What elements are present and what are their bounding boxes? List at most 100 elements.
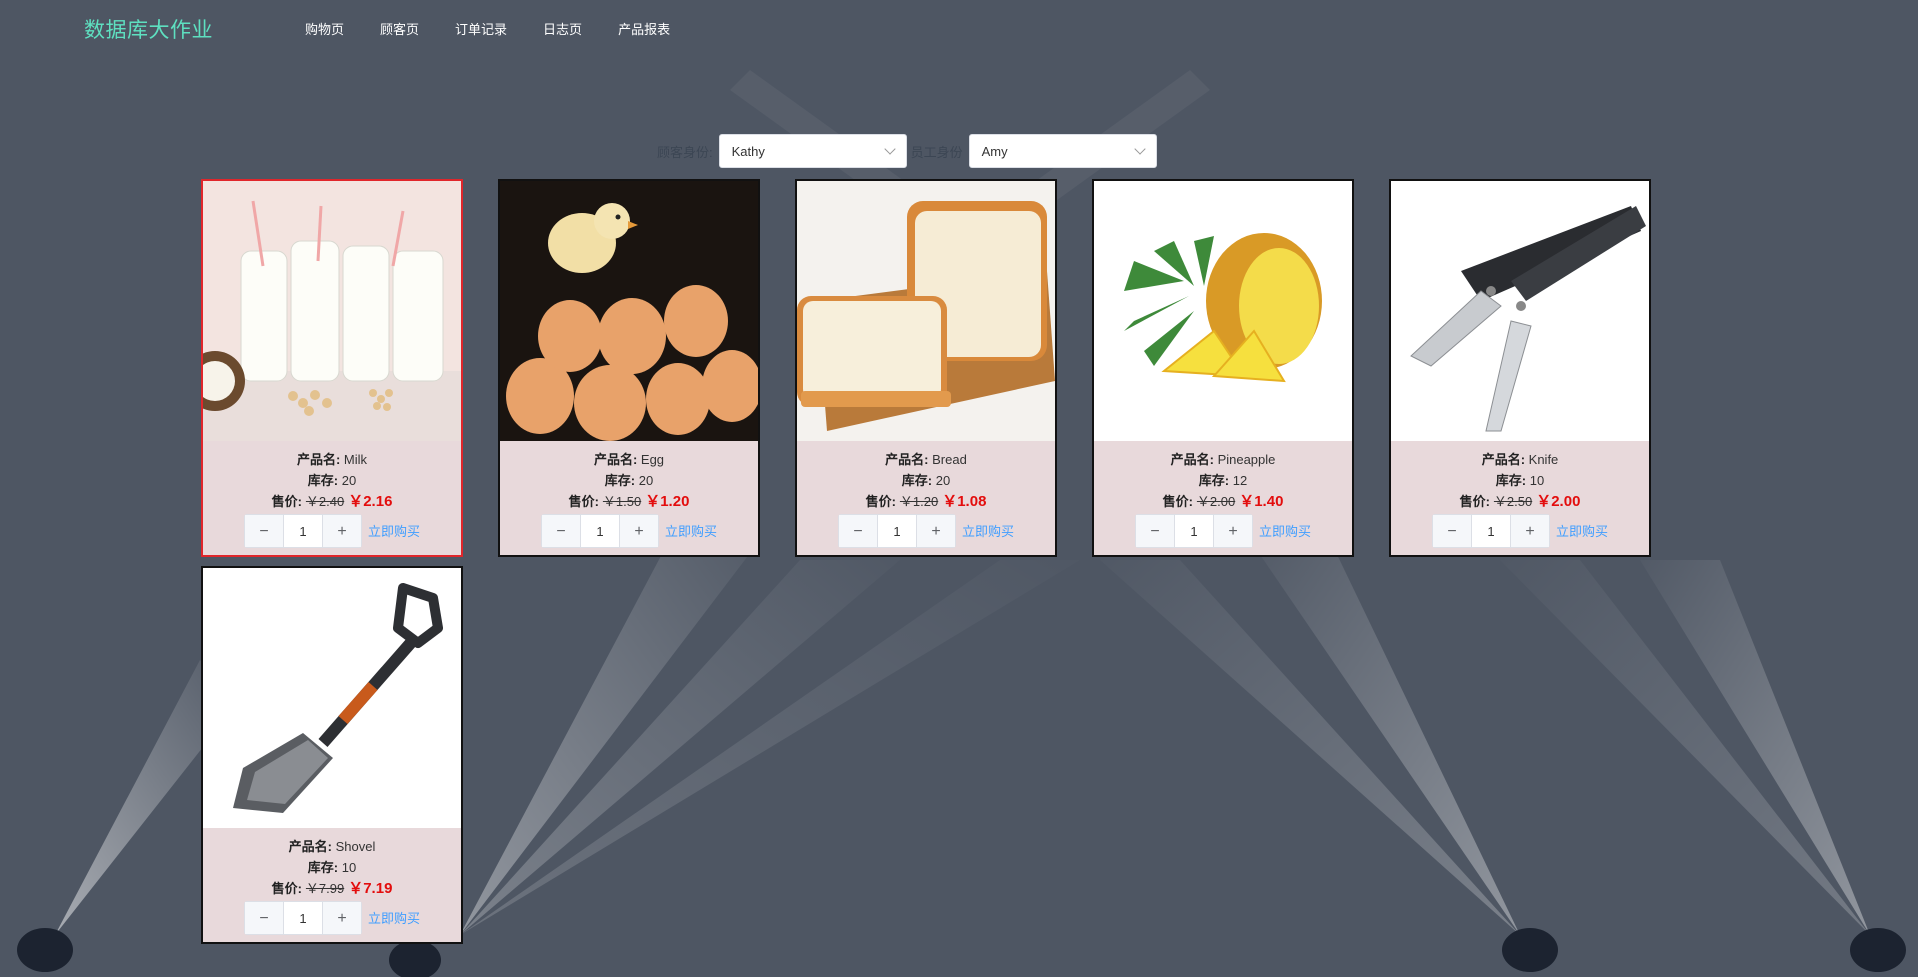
- decrease-button[interactable]: −: [1432, 515, 1472, 547]
- stock-label: 库存:: [307, 860, 339, 875]
- increase-button[interactable]: +: [618, 515, 658, 547]
- increase-button[interactable]: +: [915, 515, 955, 547]
- name-label: 产品名:: [1481, 452, 1526, 467]
- buy-row: − 1 + 立即购买: [203, 901, 461, 935]
- original-price: ￥2.50: [1493, 494, 1533, 509]
- price-label: 售价:: [271, 494, 302, 509]
- nav-orders[interactable]: 订单记录: [455, 19, 507, 38]
- buy-row: − 1 + 立即购买: [500, 514, 758, 548]
- chevron-down-icon: [883, 143, 896, 155]
- product-name: Bread: [932, 452, 967, 467]
- main-nav: 购物页 顾客页 订单记录 日志页 产品报表: [305, 19, 706, 38]
- product-card-bread[interactable]: 产品名: Bread 库存: 20 售价: ￥1.20 ￥1.08 − 1 + 立即…: [795, 179, 1057, 557]
- folding-knives-image: [1391, 181, 1649, 441]
- buy-now-link[interactable]: 立即购买: [665, 521, 717, 542]
- buy-now-link[interactable]: 立即购买: [368, 908, 420, 929]
- employee-select-value: Amy: [981, 143, 1008, 159]
- pineapple-icon: [1094, 181, 1352, 441]
- product-stock: 10: [1529, 473, 1545, 488]
- decrease-button[interactable]: −: [1135, 515, 1175, 547]
- product-info: 产品名: Shovel 库存: 10 售价: ￥7.99 ￥7.19 − 1 + 立…: [203, 828, 461, 935]
- name-label: 产品名:: [885, 452, 929, 467]
- quantity-input[interactable]: 1: [284, 515, 322, 547]
- quantity-stepper: − 1 +: [1134, 514, 1253, 548]
- sale-price: ￥2.16: [348, 493, 393, 510]
- nav-shopping[interactable]: 购物页: [305, 19, 344, 38]
- nav-customers[interactable]: 顾客页: [380, 19, 419, 38]
- quantity-stepper: − 1 +: [243, 514, 362, 548]
- increase-button[interactable]: +: [1509, 515, 1549, 547]
- increase-button[interactable]: +: [321, 515, 361, 547]
- product-name: Milk: [343, 452, 368, 467]
- price-label: 售价:: [865, 494, 896, 509]
- product-card-egg[interactable]: 产品名: Egg 库存: 20 售价: ￥1.50 ￥1.20 − 1 + 立即购买: [498, 179, 760, 557]
- employee-select[interactable]: Amy: [968, 134, 1157, 168]
- original-price: ￥2.40: [305, 494, 345, 509]
- nav-logs[interactable]: 日志页: [543, 19, 582, 38]
- quantity-stepper: − 1 +: [837, 514, 956, 548]
- employee-label: 员工身份: [910, 144, 963, 160]
- customer-select-value: Kathy: [731, 143, 765, 159]
- product-card-milk[interactable]: 产品名: Milk 库存: 20 售价: ￥2.40 ￥2.16 − 1 + 立即购…: [201, 179, 463, 557]
- product-stock: 12: [1232, 473, 1248, 488]
- price-label: 售价:: [1162, 494, 1193, 509]
- customer-select[interactable]: Kathy: [718, 134, 907, 168]
- buy-now-link[interactable]: 立即购买: [962, 521, 1014, 542]
- top-navbar: 数据库大作业 购物页 顾客页 订单记录 日志页 产品报表: [0, 0, 1918, 54]
- chevron-down-icon: [1133, 143, 1146, 155]
- customer-label: 顾客身份:: [657, 144, 713, 160]
- sale-price: ￥1.08: [942, 493, 987, 510]
- buy-row: − 1 + 立即购买: [1094, 514, 1352, 548]
- product-name: Shovel: [335, 839, 376, 854]
- price-label: 售价:: [271, 881, 302, 896]
- sale-price: ￥1.20: [645, 493, 690, 510]
- bread-loaf-image: [797, 181, 1055, 441]
- shovel-icon: [203, 568, 461, 828]
- pineapple-image: [1094, 181, 1352, 441]
- quantity-input[interactable]: 1: [1472, 515, 1510, 547]
- decrease-button[interactable]: −: [244, 902, 284, 934]
- buy-row: − 1 + 立即购买: [1391, 514, 1649, 548]
- name-label: 产品名:: [593, 452, 638, 467]
- decrease-button[interactable]: −: [541, 515, 581, 547]
- stock-label: 库存:: [307, 473, 339, 488]
- price-label: 售价:: [568, 494, 599, 509]
- product-info: 产品名: Egg 库存: 20 售价: ￥1.50 ￥1.20 − 1 + 立即购买: [500, 441, 758, 548]
- product-stock: 20: [638, 473, 654, 488]
- buy-now-link[interactable]: 立即购买: [1556, 521, 1608, 542]
- product-stock: 20: [935, 473, 951, 488]
- quantity-input[interactable]: 1: [284, 902, 322, 934]
- buy-now-link[interactable]: 立即购买: [368, 521, 420, 542]
- original-price: ￥1.50: [602, 494, 642, 509]
- brand-title: 数据库大作业: [84, 19, 213, 42]
- name-label: 产品名:: [288, 839, 332, 854]
- quantity-stepper: − 1 +: [243, 901, 362, 935]
- nav-product-report[interactable]: 产品报表: [618, 19, 670, 38]
- original-price: ￥2.00: [1196, 494, 1236, 509]
- product-card-pineapple[interactable]: 产品名: Pineapple 库存: 12 售价: ￥2.00 ￥1.40 − 1 …: [1092, 179, 1354, 557]
- product-info: 产品名: Milk 库存: 20 售价: ￥2.40 ￥2.16 − 1 + 立即购…: [203, 441, 461, 548]
- quantity-stepper: − 1 +: [1431, 514, 1550, 548]
- quantity-input[interactable]: 1: [581, 515, 619, 547]
- decrease-button[interactable]: −: [838, 515, 878, 547]
- increase-button[interactable]: +: [1212, 515, 1252, 547]
- name-label: 产品名:: [296, 452, 341, 467]
- product-name: Egg: [640, 452, 665, 467]
- product-info: 产品名: Bread 库存: 20 售价: ￥1.20 ￥1.08 − 1 + 立即…: [797, 441, 1055, 548]
- decrease-button[interactable]: −: [244, 515, 284, 547]
- identity-selectors: 顾客身份: Kathy 员工身份 Amy: [657, 134, 1161, 168]
- product-card-shovel[interactable]: 产品名: Shovel 库存: 10 售价: ￥7.99 ￥7.19 − 1 + 立…: [201, 566, 463, 944]
- price-label: 售价:: [1459, 494, 1490, 509]
- product-name: Pineapple: [1217, 452, 1276, 467]
- buy-row: − 1 + 立即购买: [797, 514, 1055, 548]
- product-info: 产品名: Pineapple 库存: 12 售价: ￥2.00 ￥1.40 − 1 …: [1094, 441, 1352, 548]
- increase-button[interactable]: +: [321, 902, 361, 934]
- quantity-input[interactable]: 1: [1175, 515, 1213, 547]
- quantity-input[interactable]: 1: [878, 515, 916, 547]
- buy-now-link[interactable]: 立即购买: [1259, 521, 1311, 542]
- product-card-knife[interactable]: 产品名: Knife 库存: 10 售价: ￥2.50 ￥2.00 − 1 + 立即…: [1389, 179, 1651, 557]
- product-info: 产品名: Knife 库存: 10 售价: ￥2.50 ￥2.00 − 1 + 立即…: [1391, 441, 1649, 548]
- original-price: ￥1.20: [899, 494, 939, 509]
- sale-price: ￥1.40: [1239, 493, 1284, 510]
- stock-label: 库存:: [1495, 473, 1527, 488]
